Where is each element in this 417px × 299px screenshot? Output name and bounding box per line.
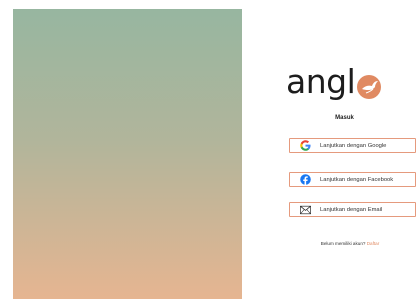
hero-image-panel [13,9,242,299]
google-icon [300,140,311,151]
continue-with-email-label: Lanjutkan dengan Email [320,206,383,213]
bird-badge-icon [356,74,382,100]
mail-icon [300,204,311,215]
signup-prompt: Belum memiliki akun? Daftar [283,241,417,246]
facebook-icon [300,174,311,185]
continue-with-facebook-button[interactable]: Lanjutkan dengan Facebook [289,172,416,187]
signup-prompt-text: Belum memiliki akun? [320,241,366,246]
continue-with-email-button[interactable]: Lanjutkan dengan Email [289,202,416,217]
logo-wordmark: angl [286,62,356,101]
continue-with-facebook-label: Lanjutkan dengan Facebook [320,176,394,183]
brand-logo: angl [286,64,404,104]
signup-link[interactable]: Daftar [367,241,380,246]
auth-panel: angl Masuk Lanjutkan dengan Google Lanju… [283,60,416,260]
continue-with-google-button[interactable]: Lanjutkan dengan Google [289,138,416,153]
continue-with-google-label: Lanjutkan dengan Google [320,142,387,149]
login-page: angl Masuk Lanjutkan dengan Google Lanju… [0,0,417,299]
auth-title: Masuk [335,115,354,121]
